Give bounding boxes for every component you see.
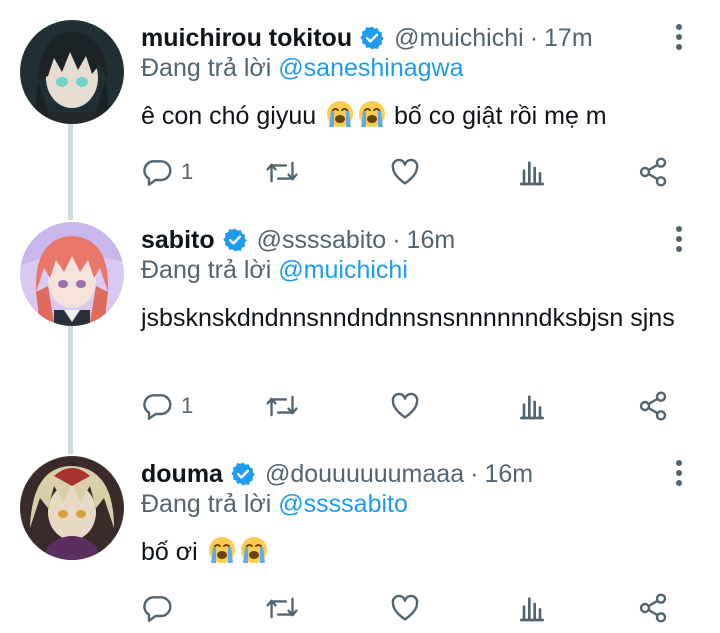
retweet-icon: [265, 592, 299, 624]
display-name[interactable]: douma: [141, 460, 223, 489]
tweet-text-body: bố ơi: [141, 538, 198, 566]
retweet-button[interactable]: [265, 388, 299, 424]
share-icon: [637, 156, 669, 188]
user-handle[interactable]: @douuuuuumaaa: [265, 460, 464, 489]
replying-to-line: Đang trả lời @ssssabito: [141, 490, 408, 519]
share-button[interactable]: [637, 388, 669, 424]
mention-link[interactable]: @ssssabito: [278, 490, 408, 518]
timestamp[interactable]: 16m: [407, 226, 456, 255]
share-button[interactable]: [637, 154, 669, 190]
more-vertical-icon[interactable]: [668, 224, 690, 254]
separator-dot: ·: [392, 225, 401, 254]
user-handle[interactable]: @ssssabito: [257, 226, 387, 255]
verified-badge-icon: [359, 25, 385, 51]
share-icon: [637, 390, 669, 422]
tweet-text: ê con chó giyuu bố co giật rồi mẹ m: [141, 98, 701, 139]
like-button[interactable]: [389, 590, 421, 626]
analytics-icon: [517, 390, 547, 422]
retweet-icon: [265, 390, 299, 422]
mention-link[interactable]: @saneshinagwa: [278, 54, 463, 82]
timestamp[interactable]: 17m: [544, 24, 593, 53]
tweet-text: bố ơi: [141, 534, 701, 575]
avatar[interactable]: [20, 20, 124, 124]
loudly-crying-face-icon: [239, 535, 269, 575]
tweet-actions: [141, 590, 701, 626]
tweet-header: douma @douuuuuumaaa · 16m: [141, 456, 533, 492]
analytics-icon: [517, 156, 547, 188]
heart-icon: [389, 592, 421, 624]
separator-dot: ·: [529, 23, 539, 52]
mention-link[interactable]: @muichichi: [278, 256, 408, 284]
reply-button[interactable]: [141, 590, 173, 626]
reply-button[interactable]: 1: [141, 388, 193, 424]
tweet-header: sabito @ssssabito · 16m: [141, 222, 455, 258]
analytics-icon: [517, 592, 547, 624]
avatar[interactable]: [20, 456, 124, 560]
views-button[interactable]: [517, 388, 547, 424]
avatar[interactable]: [20, 222, 124, 326]
share-button[interactable]: [637, 590, 669, 626]
reply-button[interactable]: 1: [141, 154, 193, 190]
replying-to-line: Đang trả lời @muichichi: [141, 256, 408, 285]
views-button[interactable]: [517, 590, 547, 626]
timestamp[interactable]: 16m: [484, 460, 533, 489]
share-icon: [637, 592, 669, 624]
like-button[interactable]: [389, 388, 421, 424]
replying-to-label: Đang trả lời: [141, 256, 272, 284]
tweet-text-tail: bố co giật rồi mẹ m: [394, 102, 607, 130]
tweet-text-body: ê con chó giyuu: [141, 102, 317, 130]
reply-bubble-icon: [141, 390, 173, 422]
reply-bubble-icon: [141, 592, 173, 624]
tweet-text-body: jsbsknskdndnnsnndndnnsnsnnnnnndksbjsn sj…: [141, 304, 675, 332]
reply-bubble-icon: [141, 156, 173, 188]
thread-connector-line: [68, 326, 73, 454]
retweet-button[interactable]: [265, 154, 299, 190]
retweet-icon: [265, 156, 299, 188]
replying-to-line: Đang trả lời @saneshinagwa: [141, 54, 464, 83]
loudly-crying-face-icon: [357, 99, 387, 139]
tweet-header: muichirou tokitou @muichichi · 17m: [141, 20, 593, 56]
loudly-crying-face-icon: [325, 99, 355, 139]
views-button[interactable]: [517, 154, 547, 190]
verified-badge-icon: [230, 461, 256, 487]
heart-icon: [389, 390, 421, 422]
thread-connector-line: [68, 124, 73, 220]
more-vertical-icon[interactable]: [668, 458, 690, 488]
retweet-button[interactable]: [265, 590, 299, 626]
display-name[interactable]: muichirou tokitou: [141, 24, 352, 53]
loudly-crying-face-icon: [207, 535, 237, 575]
replying-to-label: Đang trả lời: [141, 54, 272, 82]
tweet-actions: 1: [141, 154, 701, 190]
heart-icon: [389, 156, 421, 188]
conversation-thread: muichirou tokitou @muichichi · 17m Đang …: [0, 0, 720, 633]
more-vertical-icon[interactable]: [668, 22, 690, 52]
display-name[interactable]: sabito: [141, 226, 215, 255]
tweet-actions: 1: [141, 388, 701, 424]
user-handle[interactable]: @muichichi: [394, 24, 524, 53]
separator-dot: ·: [470, 459, 479, 488]
replying-to-label: Đang trả lời: [141, 490, 272, 518]
tweet-text: jsbsknskdndnnsnndndnnsnsnnnnnndksbjsn sj…: [141, 300, 701, 336]
reply-count: 1: [181, 159, 194, 184]
like-button[interactable]: [389, 154, 421, 190]
reply-count: 1: [181, 393, 194, 418]
verified-badge-icon: [222, 227, 248, 253]
